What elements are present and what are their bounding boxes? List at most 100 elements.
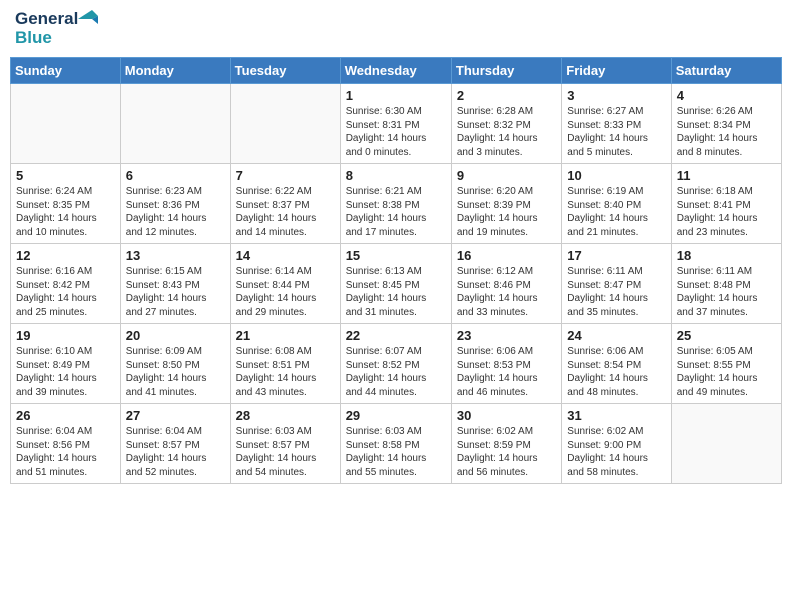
day-info: Sunrise: 6:26 AM Sunset: 8:34 PM Dayligh… (677, 105, 776, 159)
calendar-cell (671, 404, 781, 484)
day-info: Sunrise: 6:15 AM Sunset: 8:43 PM Dayligh… (126, 265, 225, 319)
day-info: Sunrise: 6:13 AM Sunset: 8:45 PM Dayligh… (346, 265, 446, 319)
day-info: Sunrise: 6:11 AM Sunset: 8:47 PM Dayligh… (567, 265, 665, 319)
calendar-week-row: 26 Sunrise: 6:04 AM Sunset: 8:56 PM Dayli… (11, 404, 782, 484)
weekday-header: Saturday (671, 58, 781, 84)
calendar-cell: 17Sunrise: 6:11 AM Sunset: 8:47 PM Dayli… (562, 244, 671, 324)
day-number: 31 (567, 408, 665, 423)
day-info: Sunrise: 6:04 AM Sunset: 8:56 PM Dayligh… (16, 425, 115, 479)
day-info: Sunrise: 6:10 AM Sunset: 8:49 PM Dayligh… (16, 345, 115, 399)
day-info: Sunrise: 6:30 AM Sunset: 8:31 PM Dayligh… (346, 105, 446, 159)
calendar-cell: 23 Sunrise: 6:06 AM Sunset: 8:53 PM Dayli… (451, 324, 561, 404)
day-info: Sunrise: 6:02 AM Sunset: 8:59 PM Dayligh… (457, 425, 556, 479)
day-number: 14 (236, 248, 335, 263)
day-info: Sunrise: 6:11 AM Sunset: 8:48 PM Dayligh… (677, 265, 776, 319)
calendar-cell: 10Sunrise: 6:19 AM Sunset: 8:40 PM Dayli… (562, 164, 671, 244)
calendar-table: SundayMondayTuesdayWednesdayThursdayFrid… (10, 57, 782, 484)
calendar-cell: 11 Sunrise: 6:18 AM Sunset: 8:41 PM Dayli… (671, 164, 781, 244)
calendar-cell: 18 Sunrise: 6:11 AM Sunset: 8:48 PM Dayli… (671, 244, 781, 324)
logo-bird-icon (78, 10, 98, 28)
weekday-header: Monday (120, 58, 230, 84)
day-info: Sunrise: 6:02 AM Sunset: 9:00 PM Dayligh… (567, 425, 665, 479)
day-info: Sunrise: 6:28 AM Sunset: 8:32 PM Dayligh… (457, 105, 556, 159)
calendar-cell (11, 84, 121, 164)
day-number: 13 (126, 248, 225, 263)
day-number: 3 (567, 88, 665, 103)
calendar-cell: 28 Sunrise: 6:03 AM Sunset: 8:57 PM Dayli… (230, 404, 340, 484)
calendar-cell: 21Sunrise: 6:08 AM Sunset: 8:51 PM Dayli… (230, 324, 340, 404)
day-number: 12 (16, 248, 115, 263)
calendar-cell: 25 Sunrise: 6:05 AM Sunset: 8:55 PM Dayli… (671, 324, 781, 404)
day-info: Sunrise: 6:12 AM Sunset: 8:46 PM Dayligh… (457, 265, 556, 319)
day-number: 2 (457, 88, 556, 103)
day-info: Sunrise: 6:05 AM Sunset: 8:55 PM Dayligh… (677, 345, 776, 399)
calendar-cell: 6 Sunrise: 6:23 AM Sunset: 8:36 PM Daylig… (120, 164, 230, 244)
day-number: 26 (16, 408, 115, 423)
calendar-cell: 24 Sunrise: 6:06 AM Sunset: 8:54 PM Dayli… (562, 324, 671, 404)
calendar-cell: 29Sunrise: 6:03 AM Sunset: 8:58 PM Dayli… (340, 404, 451, 484)
calendar-week-row: 1 Sunrise: 6:30 AM Sunset: 8:31 PM Daylig… (11, 84, 782, 164)
calendar-cell: 27 Sunrise: 6:04 AM Sunset: 8:57 PM Dayli… (120, 404, 230, 484)
calendar-week-row: 19Sunrise: 6:10 AM Sunset: 8:49 PM Dayli… (11, 324, 782, 404)
day-number: 16 (457, 248, 556, 263)
day-info: Sunrise: 6:06 AM Sunset: 8:53 PM Dayligh… (457, 345, 556, 399)
calendar-cell: 5 Sunrise: 6:24 AM Sunset: 8:35 PM Daylig… (11, 164, 121, 244)
calendar-cell: 1 Sunrise: 6:30 AM Sunset: 8:31 PM Daylig… (340, 84, 451, 164)
day-number: 15 (346, 248, 446, 263)
day-number: 18 (677, 248, 776, 263)
day-info: Sunrise: 6:14 AM Sunset: 8:44 PM Dayligh… (236, 265, 335, 319)
calendar-cell: 13 Sunrise: 6:15 AM Sunset: 8:43 PM Dayli… (120, 244, 230, 324)
day-number: 30 (457, 408, 556, 423)
day-number: 7 (236, 168, 335, 183)
day-info: Sunrise: 6:21 AM Sunset: 8:38 PM Dayligh… (346, 185, 446, 239)
calendar-cell: 7 Sunrise: 6:22 AM Sunset: 8:37 PM Daylig… (230, 164, 340, 244)
day-number: 28 (236, 408, 335, 423)
day-number: 21 (236, 328, 335, 343)
day-info: Sunrise: 6:03 AM Sunset: 8:58 PM Dayligh… (346, 425, 446, 479)
day-info: Sunrise: 6:09 AM Sunset: 8:50 PM Dayligh… (126, 345, 225, 399)
calendar-cell: 19Sunrise: 6:10 AM Sunset: 8:49 PM Dayli… (11, 324, 121, 404)
day-number: 8 (346, 168, 446, 183)
calendar-cell: 26 Sunrise: 6:04 AM Sunset: 8:56 PM Dayli… (11, 404, 121, 484)
calendar-cell: 4Sunrise: 6:26 AM Sunset: 8:34 PM Daylig… (671, 84, 781, 164)
day-number: 20 (126, 328, 225, 343)
day-number: 9 (457, 168, 556, 183)
calendar-cell: 3Sunrise: 6:27 AM Sunset: 8:33 PM Daylig… (562, 84, 671, 164)
day-info: Sunrise: 6:03 AM Sunset: 8:57 PM Dayligh… (236, 425, 335, 479)
calendar-cell: 22 Sunrise: 6:07 AM Sunset: 8:52 PM Dayli… (340, 324, 451, 404)
weekday-header: Thursday (451, 58, 561, 84)
calendar-cell: 9 Sunrise: 6:20 AM Sunset: 8:39 PM Daylig… (451, 164, 561, 244)
logo-text-blue: Blue (15, 28, 52, 47)
weekday-header: Wednesday (340, 58, 451, 84)
weekday-header: Tuesday (230, 58, 340, 84)
day-number: 1 (346, 88, 446, 103)
day-info: Sunrise: 6:16 AM Sunset: 8:42 PM Dayligh… (16, 265, 115, 319)
day-info: Sunrise: 6:22 AM Sunset: 8:37 PM Dayligh… (236, 185, 335, 239)
calendar-cell: 2 Sunrise: 6:28 AM Sunset: 8:32 PM Daylig… (451, 84, 561, 164)
weekday-header: Friday (562, 58, 671, 84)
day-info: Sunrise: 6:04 AM Sunset: 8:57 PM Dayligh… (126, 425, 225, 479)
day-number: 23 (457, 328, 556, 343)
day-info: Sunrise: 6:18 AM Sunset: 8:41 PM Dayligh… (677, 185, 776, 239)
calendar-week-row: 5 Sunrise: 6:24 AM Sunset: 8:35 PM Daylig… (11, 164, 782, 244)
day-info: Sunrise: 6:06 AM Sunset: 8:54 PM Dayligh… (567, 345, 665, 399)
day-number: 11 (677, 168, 776, 183)
day-info: Sunrise: 6:20 AM Sunset: 8:39 PM Dayligh… (457, 185, 556, 239)
calendar-cell: 15 Sunrise: 6:13 AM Sunset: 8:45 PM Dayli… (340, 244, 451, 324)
day-number: 6 (126, 168, 225, 183)
calendar-cell: 16 Sunrise: 6:12 AM Sunset: 8:46 PM Dayli… (451, 244, 561, 324)
day-number: 24 (567, 328, 665, 343)
day-number: 25 (677, 328, 776, 343)
day-info: Sunrise: 6:07 AM Sunset: 8:52 PM Dayligh… (346, 345, 446, 399)
day-info: Sunrise: 6:24 AM Sunset: 8:35 PM Dayligh… (16, 185, 115, 239)
weekday-header: Sunday (11, 58, 121, 84)
day-number: 5 (16, 168, 115, 183)
calendar-cell: 31 Sunrise: 6:02 AM Sunset: 9:00 PM Dayli… (562, 404, 671, 484)
logo: General Blue (15, 10, 98, 47)
calendar-cell (230, 84, 340, 164)
day-info: Sunrise: 6:23 AM Sunset: 8:36 PM Dayligh… (126, 185, 225, 239)
calendar-cell: 12 Sunrise: 6:16 AM Sunset: 8:42 PM Dayli… (11, 244, 121, 324)
day-number: 22 (346, 328, 446, 343)
day-number: 27 (126, 408, 225, 423)
page-header: General Blue (10, 10, 782, 47)
